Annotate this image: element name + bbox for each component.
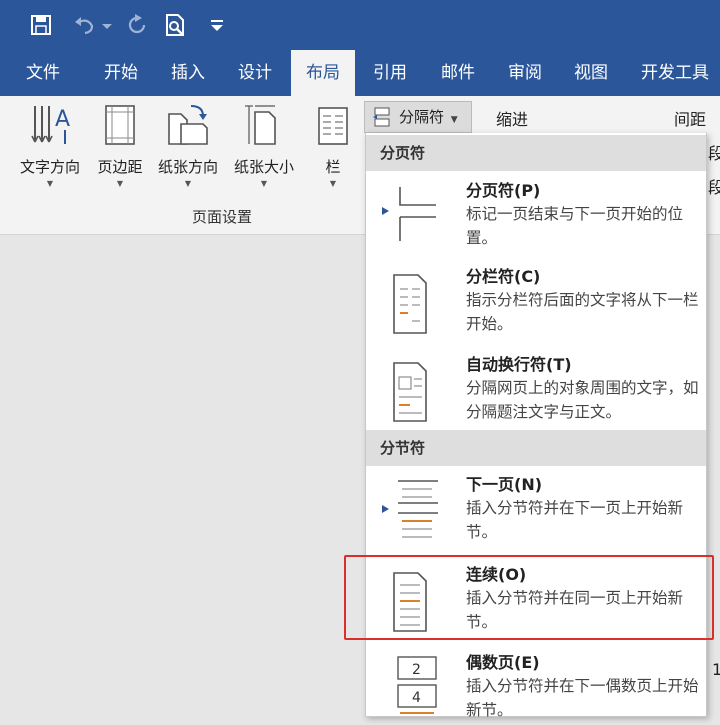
- columns-button[interactable]: 栏 ▼: [310, 102, 356, 188]
- tab-references[interactable]: 引用: [359, 50, 421, 96]
- customize-toolbar-icon[interactable]: [204, 12, 230, 38]
- menu-item-desc: 插入分节符并在下一偶数页上开始新节。: [466, 677, 699, 719]
- page-size-icon: [245, 105, 276, 145]
- breaks-button[interactable]: 分隔符 ▼: [364, 101, 472, 133]
- menu-item-desc: 标记一页结束与下一页开始的位置。: [466, 205, 684, 247]
- tab-mailings[interactable]: 邮件: [427, 50, 489, 96]
- undo-icon[interactable]: [72, 12, 98, 38]
- margins-icon: [105, 105, 135, 145]
- chevron-down-icon: ▼: [116, 179, 124, 188]
- spacing-label: 间距: [674, 110, 707, 129]
- tab-view[interactable]: 视图: [560, 50, 622, 96]
- chevron-down-icon: ▼: [450, 115, 458, 125]
- even-icon-num-2: 4: [412, 690, 421, 706]
- text-direction-button[interactable]: A 文字方向 ▼: [14, 102, 86, 188]
- page-setup-group-label: 页面设置: [192, 208, 253, 226]
- page-break-icon: [382, 187, 436, 241]
- orientation-button[interactable]: 纸张方向 ▼: [152, 102, 224, 188]
- print-preview-icon[interactable]: [162, 12, 188, 38]
- chevron-down-icon: ▼: [260, 179, 268, 188]
- tab-design[interactable]: 设计: [224, 50, 286, 96]
- orientation-icon: [168, 105, 208, 145]
- menu-item-title: 分页符(P): [466, 181, 541, 200]
- tab-developer[interactable]: 开发工具: [630, 50, 720, 96]
- size-button[interactable]: 纸张大小 ▼: [228, 102, 300, 188]
- paragraph-side-label-1: 段: [708, 144, 720, 163]
- undo-dropdown-icon[interactable]: [100, 12, 114, 38]
- text-wrapping-break-icon: [393, 362, 427, 422]
- menu-item-title: 自动换行符(T): [466, 355, 572, 374]
- chevron-down-icon: ▼: [329, 179, 337, 188]
- menu-item-text-wrapping-break[interactable]: 自动换行符(T) 分隔网页上的对象周围的文字，如分隔题注文字与正文。: [366, 351, 706, 435]
- menu-item-desc: 分隔网页上的对象周围的文字，如分隔题注文字与正文。: [466, 379, 699, 421]
- quick-access-toolbar: [0, 0, 720, 50]
- tab-review[interactable]: 审阅: [494, 50, 556, 96]
- menu-item-page-break[interactable]: 分页符(P) 标记一页结束与下一页开始的位置。: [366, 177, 706, 259]
- menu-item-next-page[interactable]: 下一页(N) 插入分节符并在下一页上开始新节。: [366, 471, 706, 555]
- columns-icon: [318, 107, 348, 145]
- svg-text:A: A: [55, 107, 70, 132]
- indent-label: 缩进: [496, 110, 529, 129]
- columns-label: 栏: [325, 158, 341, 176]
- menu-item-title: 偶数页(E): [466, 653, 540, 672]
- chevron-down-icon: ▼: [46, 179, 54, 188]
- redo-icon[interactable]: [124, 12, 150, 38]
- highlight-box: [344, 555, 714, 640]
- orientation-label: 纸张方向: [157, 158, 218, 176]
- menu-item-title: 下一页(N): [466, 475, 543, 494]
- paragraph-side-label-2: 段: [708, 178, 720, 197]
- tab-insert[interactable]: 插入: [157, 50, 219, 96]
- menu-item-desc: 插入分节符并在下一页上开始新节。: [466, 499, 684, 541]
- right-edge-digit: 1: [712, 660, 720, 679]
- breaks-label: 分隔符: [399, 108, 445, 126]
- menu-item-title: 分栏符(C): [466, 267, 541, 286]
- tab-file[interactable]: 文件: [12, 50, 74, 96]
- save-icon[interactable]: [28, 12, 54, 38]
- chevron-down-icon: ▼: [184, 179, 192, 188]
- margins-button[interactable]: 页边距 ▼: [90, 102, 150, 188]
- section-header-section-breaks: 分节符: [366, 430, 706, 466]
- margins-label: 页边距: [97, 158, 143, 176]
- text-direction-label: 文字方向: [19, 158, 80, 176]
- even-icon-num-1: 2: [412, 662, 421, 678]
- menu-item-column-break[interactable]: 分栏符(C) 指示分栏符后面的文字将从下一栏开始。: [366, 263, 706, 347]
- next-page-break-icon: [382, 480, 438, 538]
- size-label: 纸张大小: [233, 158, 294, 176]
- menu-item-desc: 指示分栏符后面的文字将从下一栏开始。: [466, 291, 699, 333]
- text-direction-icon: A: [31, 106, 70, 144]
- menu-item-even-page[interactable]: 2 4 偶数页(E) 插入分节符并在下一偶数页上开始新节。: [366, 649, 706, 719]
- breaks-icon: [373, 107, 390, 127]
- ribbon-tab-bar: 文件 开始 插入 设计 布局 引用 邮件 审阅 视图 开发工具: [0, 50, 720, 96]
- tab-layout[interactable]: 布局: [291, 50, 355, 96]
- even-page-break-icon: 2 4: [397, 656, 437, 714]
- column-break-icon: [393, 274, 427, 334]
- section-header-page-breaks: 分页符: [366, 135, 706, 171]
- tab-home[interactable]: 开始: [90, 50, 152, 96]
